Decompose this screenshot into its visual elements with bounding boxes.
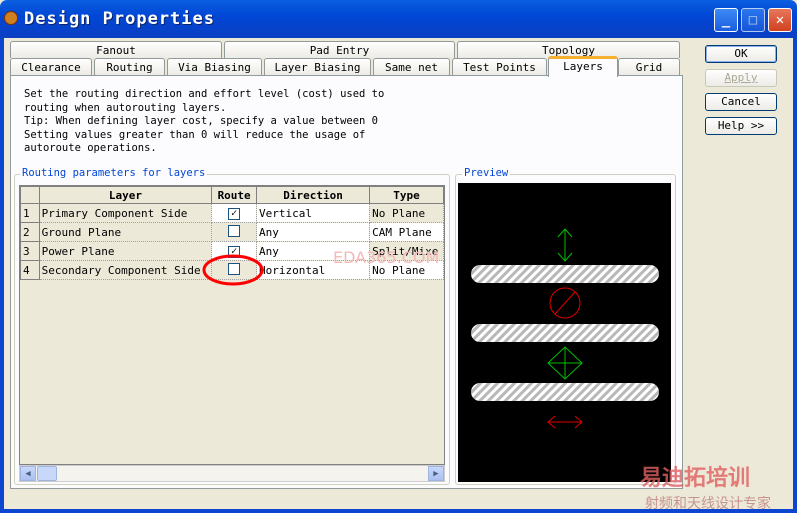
- type-cell: No Plane: [369, 203, 444, 223]
- direction-cell[interactable]: Any: [255, 222, 371, 242]
- grid-header: Layer Route Direction Type: [20, 186, 444, 204]
- scroll-right-arrow-icon[interactable]: ▶: [428, 466, 444, 481]
- ok-button[interactable]: OK: [705, 45, 777, 63]
- tab-clearance[interactable]: Clearance: [10, 58, 92, 75]
- layer-bar: [471, 383, 659, 401]
- layer-bar: [471, 324, 659, 342]
- close-button[interactable]: ✕: [768, 8, 792, 32]
- corner-cell: [20, 186, 40, 204]
- tab-layer-biasing[interactable]: Layer Biasing: [264, 58, 371, 75]
- cancel-button[interactable]: Cancel: [705, 93, 777, 111]
- row-number: 2: [20, 222, 40, 242]
- red-annotation-ellipse: [202, 254, 264, 286]
- direction-cell[interactable]: Vertical: [255, 203, 371, 223]
- layer-cell[interactable]: Power Plane: [38, 241, 213, 261]
- app-icon: [4, 11, 18, 25]
- minimize-button[interactable]: _: [714, 8, 738, 32]
- table-row[interactable]: 1 Primary Component Side ✓ Vertical No P…: [20, 203, 444, 223]
- tab-grid[interactable]: Grid: [618, 58, 680, 75]
- tab-pad-entry[interactable]: Pad Entry: [224, 41, 455, 58]
- tab-layers[interactable]: Layers: [548, 56, 618, 77]
- watermark-logo: 易迪拓培训: [640, 466, 751, 491]
- route-checkbox[interactable]: [228, 224, 241, 237]
- watermark-tagline: 射频和天线设计专家: [645, 496, 771, 512]
- window-title: Design Properties: [24, 9, 215, 29]
- scroll-thumb[interactable]: [37, 466, 57, 481]
- tab-fanout[interactable]: Fanout: [10, 41, 222, 58]
- horizontal-arrow-icon: [547, 415, 583, 429]
- column-header-direction[interactable]: Direction: [255, 186, 371, 204]
- layer-cell[interactable]: Secondary Component Side: [38, 260, 213, 280]
- tab-same-net[interactable]: Same net: [373, 58, 450, 75]
- route-checkbox[interactable]: ✓: [228, 208, 241, 220]
- row-number: 4: [20, 260, 40, 280]
- tab-via-biasing[interactable]: Via Biasing: [167, 58, 262, 75]
- type-cell: CAM Plane: [369, 222, 444, 242]
- row-number: 3: [20, 241, 40, 261]
- layer-cell[interactable]: Ground Plane: [38, 222, 213, 242]
- route-cell[interactable]: [211, 222, 257, 242]
- no-route-icon: [549, 287, 581, 319]
- watermark-text: EDA365.COM: [333, 248, 440, 267]
- apply-button[interactable]: Apply: [705, 69, 777, 87]
- layer-bar: [471, 265, 659, 283]
- maximize-button[interactable]: □: [741, 8, 765, 32]
- scroll-left-arrow-icon[interactable]: ◀: [20, 466, 36, 481]
- description-text: Set the routing direction and effort lev…: [24, 88, 385, 154]
- tab-test-points[interactable]: Test Points: [452, 58, 547, 75]
- layers-grid[interactable]: Layer Route Direction Type 1 Primary Com…: [19, 185, 445, 465]
- route-cell[interactable]: ✓: [211, 203, 257, 223]
- preview-group-label: Preview: [462, 167, 511, 179]
- column-header-route[interactable]: Route: [211, 186, 257, 204]
- row-number: 1: [20, 203, 40, 223]
- horizontal-scrollbar[interactable]: ◀ ▶: [19, 465, 445, 482]
- table-row[interactable]: 2 Ground Plane Any CAM Plane: [20, 222, 444, 242]
- help-button[interactable]: Help >>: [705, 117, 777, 135]
- column-header-type[interactable]: Type: [369, 186, 444, 204]
- layer-cell[interactable]: Primary Component Side: [38, 203, 213, 223]
- column-header-layer[interactable]: Layer: [38, 186, 213, 204]
- tab-routing[interactable]: Routing: [94, 58, 165, 75]
- vertical-arrow-icon: [557, 228, 573, 262]
- preview-canvas: [458, 183, 671, 482]
- any-direction-icon: [547, 346, 583, 380]
- routing-group-label: Routing parameters for layers: [20, 167, 208, 179]
